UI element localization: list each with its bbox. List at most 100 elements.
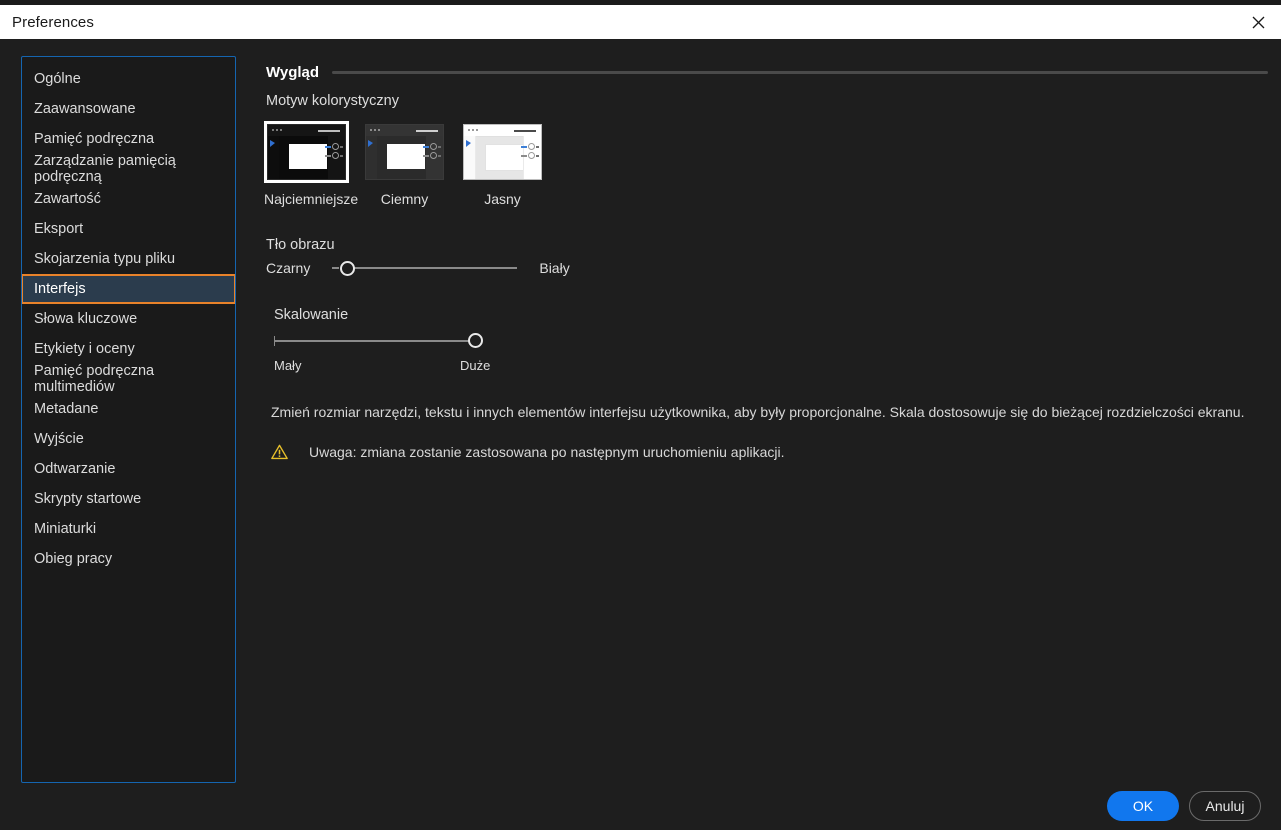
preview-toolbar-line — [416, 130, 438, 132]
scaling-slider-labels: Mały Duże — [274, 358, 504, 374]
window-dots-icon — [468, 129, 478, 131]
image-background-slider[interactable] — [332, 260, 518, 276]
sidebar-item-label: Zawartość — [34, 191, 101, 207]
sidebar-item-metadane[interactable]: Metadane — [22, 394, 235, 424]
preview-canvas — [387, 144, 425, 169]
sidebar-item-odtwarzanie[interactable]: Odtwarzanie — [22, 454, 235, 484]
dialog-footer: OK Anuluj — [1107, 791, 1261, 821]
image-background-label: Tło obrazu — [266, 237, 335, 253]
preview-control-row — [325, 152, 343, 159]
preview-titlebar — [366, 125, 443, 136]
window-title: Preferences — [12, 13, 94, 31]
section-header-appearance: Wygląd — [266, 64, 1268, 81]
sidebar-item-slowa-kluczowe[interactable]: Słowa kluczowe — [22, 304, 235, 334]
interface-settings-panel: Wygląd Motyw kolorystyczny Najciemniejsz… — [246, 39, 1281, 830]
sidebar-item-obieg-pracy[interactable]: Obieg pracy — [22, 544, 235, 574]
theme-option-label: Najciemniejsze — [264, 191, 359, 207]
titlebar: Preferences — [0, 5, 1281, 39]
slider-max-label: Duże — [460, 358, 491, 373]
sidebar-item-label: Interfejs — [34, 281, 86, 297]
cursor-arrow-icon — [466, 140, 471, 147]
color-theme-options: Najciemniejsze Ciemny Jasny — [264, 121, 545, 207]
theme-option-label: Jasny — [484, 191, 521, 207]
sidebar-item-label: Zaawansowane — [34, 101, 136, 117]
window-dots-icon — [272, 129, 282, 131]
cursor-arrow-icon — [270, 140, 275, 147]
section-title: Wygląd — [266, 64, 320, 81]
sidebar-item-wyjscie[interactable]: Wyjście — [22, 424, 235, 454]
scaling-description: Zmień rozmiar narzędzi, tekstu i innych … — [271, 404, 1245, 420]
preview-right-panel — [521, 136, 541, 179]
theme-thumbnail-light[interactable] — [460, 121, 545, 183]
theme-option-label: Ciemny — [380, 191, 429, 207]
sidebar-item-label: Ogólne — [34, 71, 81, 87]
theme-option-najciemniejsze[interactable]: Najciemniejsze — [264, 121, 359, 207]
slider-min-label: Czarny — [266, 260, 311, 276]
theme-option-ciemny[interactable]: Ciemny — [362, 121, 447, 207]
preview-toolbar-line — [514, 130, 536, 132]
preview-control-row — [325, 143, 343, 150]
cursor-arrow-icon — [368, 140, 373, 147]
preview-left-panel — [268, 136, 279, 179]
sidebar-item-zaawansowane[interactable]: Zaawansowane — [22, 94, 235, 124]
theme-thumbnail-darkest[interactable] — [264, 121, 349, 183]
slider-track[interactable] — [274, 340, 476, 342]
theme-preview-image — [267, 124, 346, 180]
preview-control-row — [521, 143, 539, 150]
slider-track[interactable] — [341, 267, 518, 269]
color-theme-label: Motyw kolorystyczny — [266, 93, 399, 109]
theme-option-jasny[interactable]: Jasny — [460, 121, 545, 207]
slider-thumb[interactable] — [340, 260, 356, 276]
preview-right-panel — [325, 136, 345, 179]
sidebar-item-interfejs[interactable]: Interfejs — [22, 274, 235, 304]
sidebar-item-zawartosc[interactable]: Zawartość — [22, 184, 235, 214]
sidebar-item-etykiety-i-oceny[interactable]: Etykiety i oceny — [22, 334, 235, 364]
sidebar-item-label: Słowa kluczowe — [34, 311, 138, 327]
preview-control-row — [521, 152, 539, 159]
slider-min-label: Mały — [274, 358, 302, 373]
sidebar-item-label: Obieg pracy — [34, 551, 113, 567]
sidebar-item-label: Miniaturki — [34, 521, 97, 537]
preview-left-panel — [464, 136, 476, 179]
restart-warning-text: Uwaga: zmiana zostanie zastosowana po na… — [309, 444, 785, 460]
preview-canvas — [485, 144, 525, 171]
theme-thumbnail-dark[interactable] — [362, 121, 447, 183]
sidebar-item-label: Pamięć podręczna — [34, 131, 155, 147]
sidebar-item-label: Pamięć podręczna multimediów — [34, 363, 155, 395]
scaling-label: Skalowanie — [274, 307, 349, 323]
sidebar-item-label: Etykiety i oceny — [34, 341, 135, 357]
sidebar-item-miniaturki[interactable]: Miniaturki — [22, 514, 235, 544]
sidebar-item-pamiec-podreczna[interactable]: Pamięć podręczna — [22, 124, 235, 154]
sidebar-item-pamiec-podreczna-multimediow[interactable]: Pamięć podręczna multimediów — [22, 363, 235, 395]
window-dots-icon — [370, 129, 380, 131]
sidebar-item-label: Wyjście — [34, 431, 84, 447]
close-icon[interactable] — [1235, 5, 1281, 39]
preferences-dialog-body: Ogólne Zaawansowane Pamięć podręczna Zar… — [0, 39, 1281, 830]
preview-canvas — [289, 144, 327, 169]
sidebar-item-label: Skojarzenia typu pliku — [34, 251, 176, 267]
theme-preview-image — [365, 124, 444, 180]
sidebar-item-skrypty-startowe[interactable]: Skrypty startowe — [22, 484, 235, 514]
ok-button[interactable]: OK — [1107, 791, 1179, 821]
sidebar-item-label: Metadane — [34, 401, 99, 417]
cancel-button[interactable]: Anuluj — [1189, 791, 1261, 821]
sidebar-item-label: Eksport — [34, 221, 84, 237]
preferences-category-list[interactable]: Ogólne Zaawansowane Pamięć podręczna Zar… — [21, 56, 236, 783]
restart-warning: Uwaga: zmiana zostanie zastosowana po na… — [271, 444, 784, 460]
slider-start-tick — [332, 267, 340, 269]
sidebar-item-skojarzenia-typu-pliku[interactable]: Skojarzenia typu pliku — [22, 244, 235, 274]
slider-max-label: Biały — [539, 260, 570, 276]
section-divider — [332, 71, 1268, 74]
warning-triangle-icon — [271, 444, 288, 460]
preview-control-row — [423, 143, 441, 150]
scaling-slider[interactable] — [274, 333, 504, 349]
preview-right-panel — [423, 136, 443, 179]
slider-thumb[interactable] — [468, 333, 483, 348]
sidebar-item-label: Zarządzanie pamięcią podręczną — [34, 153, 176, 185]
sidebar-item-label: Skrypty startowe — [34, 491, 142, 507]
scaling-slider-block: Mały Duże — [274, 333, 504, 374]
sidebar-item-eksport[interactable]: Eksport — [22, 214, 235, 244]
sidebar-item-ogolne[interactable]: Ogólne — [22, 64, 235, 94]
preview-left-panel — [366, 136, 377, 179]
sidebar-item-zarzadzanie-pamiecia-podreczna[interactable]: Zarządzanie pamięcią podręczną — [22, 153, 235, 185]
